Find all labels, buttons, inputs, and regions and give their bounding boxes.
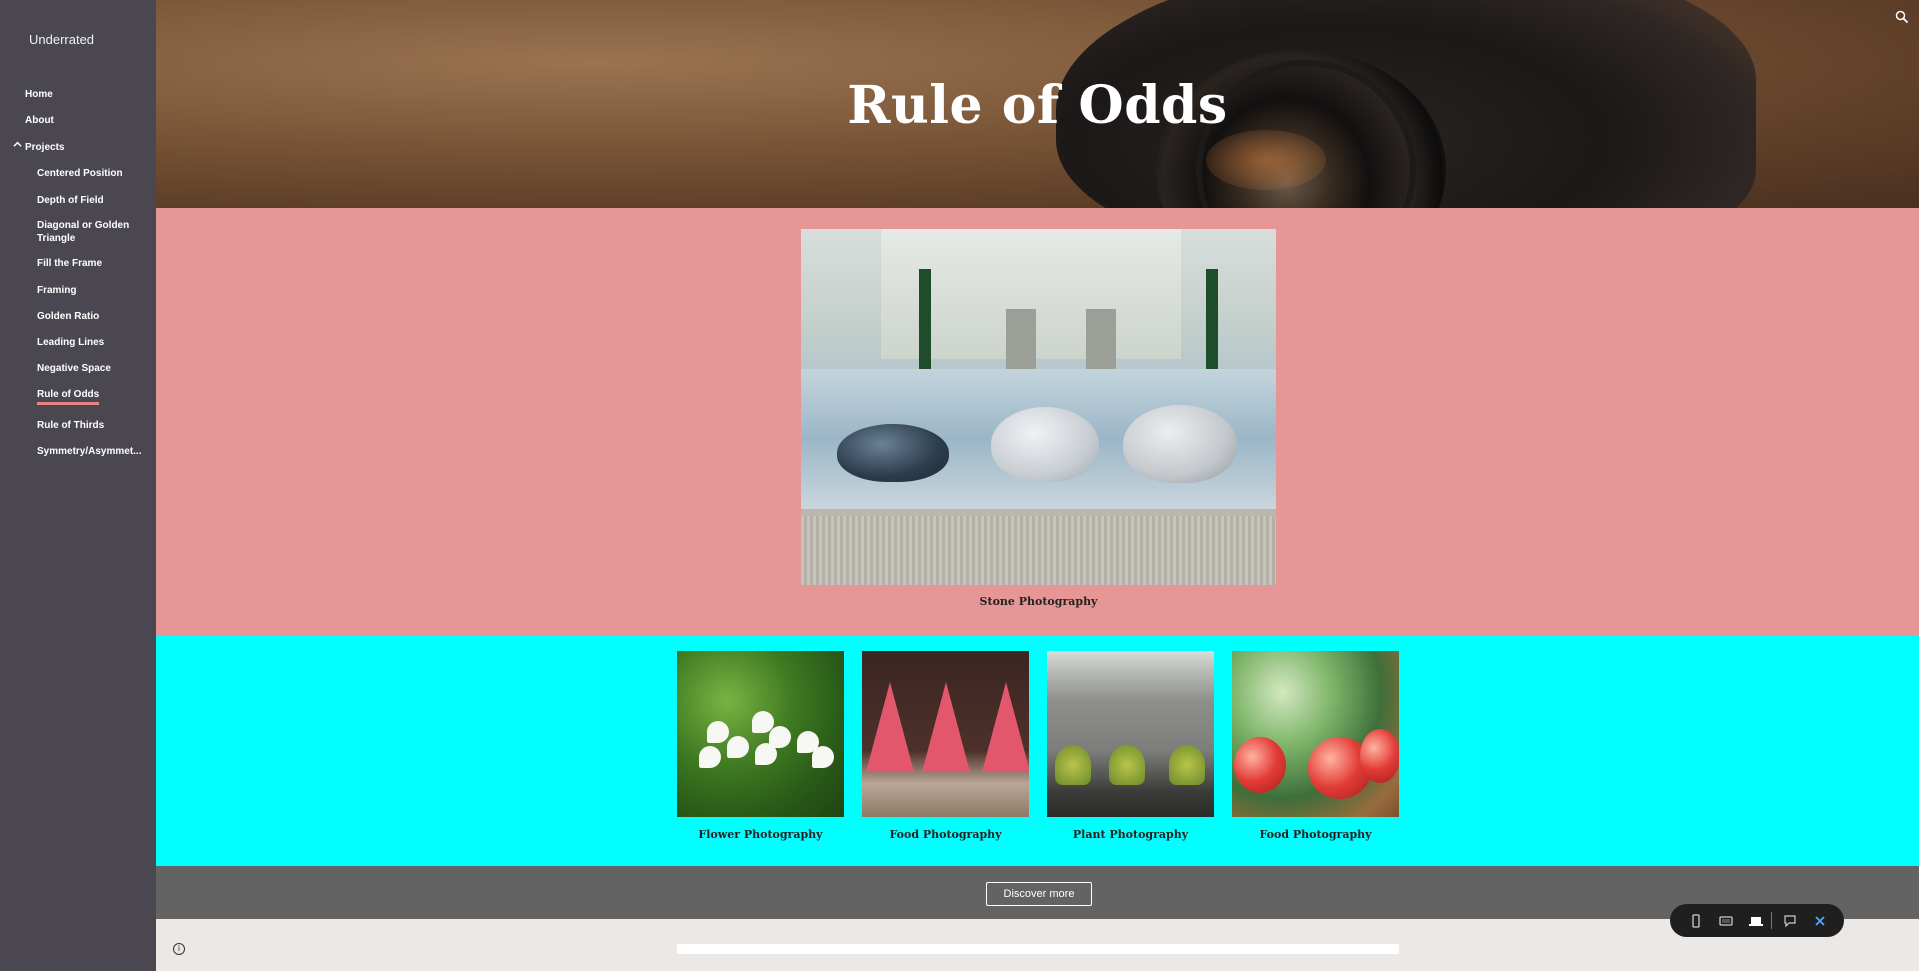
nav-item-home[interactable]: Home bbox=[25, 88, 53, 101]
close-icon[interactable] bbox=[1812, 913, 1828, 929]
footer: i bbox=[156, 919, 1919, 971]
preview-toolbar bbox=[1670, 904, 1844, 937]
footer-strip bbox=[677, 944, 1399, 954]
search-icon[interactable] bbox=[1895, 10, 1911, 26]
watermelon-photo[interactable] bbox=[862, 651, 1029, 817]
phone-view-icon[interactable] bbox=[1688, 913, 1704, 929]
laptop-view-icon[interactable] bbox=[1748, 913, 1764, 929]
info-icon[interactable]: i bbox=[173, 943, 185, 955]
nav-item-leading-lines[interactable]: Leading Lines bbox=[37, 336, 145, 349]
page-title: Rule of Odds bbox=[847, 75, 1228, 136]
featured-section: Stone Photography bbox=[156, 208, 1919, 636]
chevron-up-icon[interactable] bbox=[13, 140, 22, 151]
sidebar: Underrated Home About Projects Centered … bbox=[0, 0, 156, 971]
toolbar-divider bbox=[1771, 912, 1772, 929]
nav-item-depth-of-field[interactable]: Depth of Field bbox=[37, 194, 145, 207]
plant-photo[interactable] bbox=[1047, 651, 1214, 817]
watermelon-photo-caption: Food Photography bbox=[889, 828, 1002, 841]
nav-item-projects[interactable]: Projects bbox=[25, 141, 64, 154]
flower-photo[interactable] bbox=[677, 651, 844, 817]
white-stone bbox=[991, 407, 1099, 482]
tablet-view-icon[interactable] bbox=[1718, 913, 1734, 929]
nav-item-fill-the-frame[interactable]: Fill the Frame bbox=[37, 257, 145, 270]
nav-item-diagonal-golden-triangle[interactable]: Diagonal or Golden Triangle bbox=[37, 219, 145, 245]
header-banner: Rule of Odds bbox=[156, 0, 1919, 208]
plant-photo-caption: Plant Photography bbox=[1072, 828, 1189, 841]
nav-item-rule-of-odds[interactable]: Rule of Odds bbox=[37, 388, 100, 405]
nav-item-negative-space[interactable]: Negative Space bbox=[37, 362, 145, 375]
cta-bar: Discover more bbox=[156, 866, 1919, 919]
flower-photo-caption: Flower Photography bbox=[698, 828, 823, 841]
dark-stone bbox=[837, 424, 949, 482]
nav-item-golden-ratio[interactable]: Golden Ratio bbox=[37, 310, 145, 323]
feedback-icon[interactable] bbox=[1782, 913, 1798, 929]
white-stone bbox=[1123, 405, 1237, 483]
stone-photo[interactable] bbox=[801, 229, 1276, 585]
nav-item-framing[interactable]: Framing bbox=[37, 284, 145, 297]
apple-photo-caption: Food Photography bbox=[1259, 828, 1372, 841]
nav-item-about[interactable]: About bbox=[25, 114, 54, 127]
apple-photo[interactable] bbox=[1232, 651, 1399, 817]
nav-item-centered-position[interactable]: Centered Position bbox=[37, 167, 145, 180]
stone-photo-caption: Stone Photography bbox=[979, 595, 1098, 608]
discover-more-button[interactable]: Discover more bbox=[986, 882, 1092, 906]
gallery-section: Flower Photography Food Photography Plan… bbox=[156, 636, 1919, 866]
nav-item-symmetry-asymmetry[interactable]: Symmetry/Asymmet... bbox=[37, 445, 145, 458]
site-title[interactable]: Underrated bbox=[29, 32, 94, 47]
nav-item-rule-of-thirds[interactable]: Rule of Thirds bbox=[37, 419, 145, 432]
